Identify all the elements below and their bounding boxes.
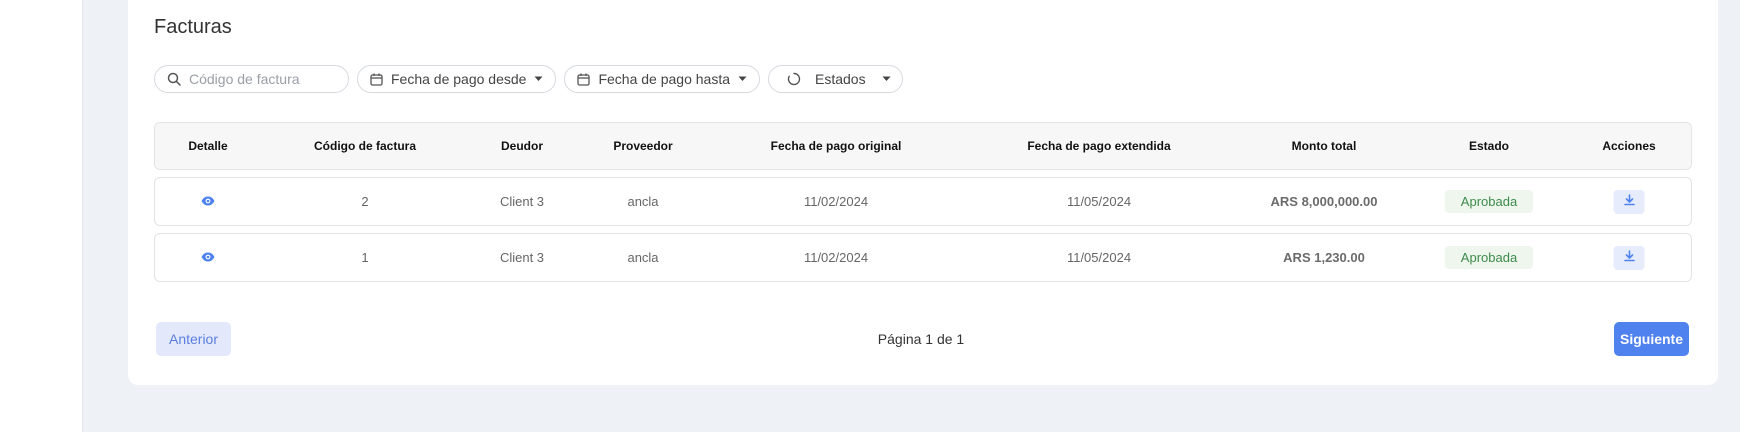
date-from-label: Fecha de pago desde [391,71,527,87]
status-filter-label: Estados [815,71,866,87]
circle-loading-icon [787,72,801,86]
search-input[interactable]: Código de factura [154,65,349,93]
caret-down-icon [882,76,891,82]
cell-debtor: Client 3 [499,250,545,265]
status-badge: Aprobada [1445,190,1533,213]
cell-code: 1 [361,250,369,265]
download-icon [1623,250,1635,265]
download-button[interactable] [1613,189,1645,214]
cell-original-date: 11/02/2024 [803,250,869,265]
table-row: 2 Client 3 ancla 11/02/2024 11/05/2024 A… [154,177,1692,226]
search-placeholder: Código de factura [189,71,300,87]
header-extended-date: Fecha de pago extendida [1027,139,1171,153]
calendar-icon [370,73,383,86]
download-icon [1623,194,1635,209]
table-row: 1 Client 3 ancla 11/02/2024 11/05/2024 A… [154,233,1692,282]
sidebar [0,0,83,432]
header-supplier: Proveedor [613,139,673,153]
caret-down-icon [738,76,747,82]
view-detail-button[interactable] [201,234,215,281]
view-detail-button[interactable] [201,178,215,225]
actions-cell [1613,234,1645,281]
filters-bar: Código de factura Fecha de pago desde Fe… [154,65,903,93]
header-debtor: Deudor [501,139,543,153]
caret-down-icon [534,76,543,82]
pagination: Anterior Página 1 de 1 Siguiente [154,322,1692,356]
download-button[interactable] [1613,245,1645,270]
cell-debtor: Client 3 [499,194,545,209]
table-header: Detalle Código de factura Deudor Proveed… [154,122,1692,170]
status-cell: Aprobada [1445,178,1533,225]
header-original-date: Fecha de pago original [770,139,902,153]
status-cell: Aprobada [1445,234,1533,281]
cell-supplier: ancla [627,250,659,265]
header-actions: Acciones [1602,139,1656,153]
eye-icon [201,250,215,265]
cell-extended-date: 11/05/2024 [1066,250,1132,265]
page-title: Facturas [154,16,232,38]
page-indicator: Página 1 de 1 [877,331,965,347]
status-badge: Aprobada [1445,246,1533,269]
eye-icon [201,194,215,209]
cell-original-date: 11/02/2024 [803,194,869,209]
date-to-label: Fecha de pago hasta [598,71,730,87]
header-code: Código de factura [313,139,417,153]
cell-code: 2 [361,194,369,209]
status-filter[interactable]: Estados [768,65,903,93]
header-status: Estado [1468,139,1510,153]
cell-total: ARS 8,000,000.00 [1270,194,1378,209]
date-to-filter[interactable]: Fecha de pago hasta [564,65,760,93]
next-page-button[interactable]: Siguiente [1614,322,1689,356]
calendar-icon [577,73,591,86]
previous-page-button[interactable]: Anterior [156,322,231,356]
cell-extended-date: 11/05/2024 [1066,194,1132,209]
header-total: Monto total [1291,139,1357,153]
cell-supplier: ancla [627,194,659,209]
invoices-card: Facturas Código de factura Fecha de pago… [128,0,1718,385]
actions-cell [1613,178,1645,225]
search-icon [167,72,181,86]
header-detail: Detalle [188,139,228,153]
cell-total: ARS 1,230.00 [1283,250,1365,265]
date-from-filter[interactable]: Fecha de pago desde [357,65,557,93]
